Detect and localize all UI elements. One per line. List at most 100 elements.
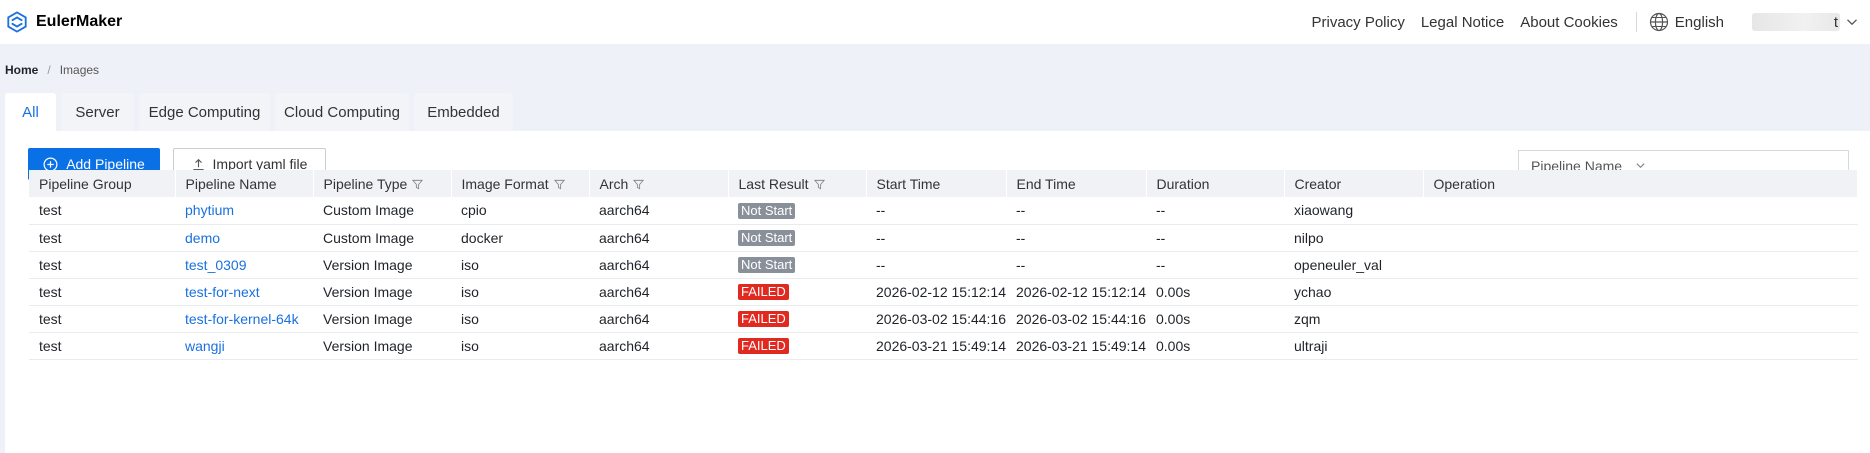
tab-cloud-computing[interactable]: Cloud Computing [275,93,409,131]
cell-start-time: 2026-02-12 15:12:14 [866,278,1006,305]
tab-edge-computing[interactable]: Edge Computing [139,93,270,131]
about-cookies-link[interactable]: About Cookies [1520,14,1618,31]
cell-end-time: 2026-02-12 15:12:14 [1006,278,1146,305]
cell-last-result: Not Start [728,224,866,251]
table-row: test wangji Version Image iso aarch64 FAILED 2… [29,332,1858,359]
cell-pipeline-type-text: Version Image [323,310,413,327]
cell-arch-text: aarch64 [599,202,650,219]
status-badge: FAILED [738,284,789,300]
cell-creator-text: openeuler_val [1294,256,1382,273]
pipeline-panel: Add Pipeline Import yaml file Pipeline N… [5,131,1870,453]
filter-icon[interactable] [633,179,645,190]
cell-start-time-text: -- [876,229,886,246]
cell-pipeline-group: test [29,332,175,359]
table-row: test demo Custom Image docker aarch64 Not Sta… [29,224,1858,251]
cell-pipeline-type-text: Version Image [323,283,413,300]
cell-last-result: FAILED [728,332,866,359]
eulermaker-logo-icon [7,11,27,33]
cell-end-time-text: 2026-03-02 15:44:16 [1016,310,1146,327]
pipeline-name-link[interactable]: wangji [185,338,225,354]
cell-start-time: 2026-03-21 15:49:14 [866,332,1006,359]
cell-creator: xiaowang [1284,197,1423,224]
cell-arch-text: aarch64 [599,310,650,327]
category-tabs: All Server Edge Computing Cloud Computin… [5,93,518,131]
cell-arch: aarch64 [589,278,728,305]
cell-pipeline-type: Version Image [313,251,451,278]
filter-icon[interactable] [813,179,825,190]
cell-arch: aarch64 [589,224,728,251]
tab-all[interactable]: All [5,93,56,131]
cell-start-time-text: 2026-02-12 15:12:14 [876,283,1006,300]
filter-icon[interactable] [412,179,424,190]
breadcrumb-current: Images [59,63,100,77]
app-name: EulerMaker [36,13,123,30]
divider [1635,12,1637,32]
cell-creator: openeuler_val [1284,251,1423,278]
tab-embedded[interactable]: Embedded [414,93,513,131]
cell-duration: 0.00s [1146,305,1284,332]
cell-arch: aarch64 [589,332,728,359]
cell-duration: -- [1146,251,1284,278]
globe-icon [1649,12,1668,32]
tab-server[interactable]: Server [61,93,134,131]
filter-icon[interactable] [553,179,565,190]
cell-start-time: -- [866,224,1006,251]
cell-operation [1423,305,1858,332]
cell-last-result: FAILED [728,278,866,305]
cell-pipeline-type: Version Image [313,278,451,305]
pipeline-name-link[interactable]: test-for-kernel-64k [185,311,299,327]
cell-image-format: iso [451,305,589,332]
cell-arch-text: aarch64 [599,256,650,273]
cell-image-format-text: iso [461,256,479,273]
pipeline-name-link[interactable]: test-for-next [185,284,260,300]
cell-creator-text: xiaowang [1294,202,1354,219]
cell-image-format-text: iso [461,283,479,300]
user-menu[interactable]: t [1752,13,1858,31]
cell-start-time-text: -- [876,202,886,219]
language-switcher[interactable]: English [1649,12,1724,32]
cell-pipeline-group-text: test [39,229,62,246]
cell-pipeline-type: Version Image [313,305,451,332]
cell-image-format: iso [451,251,589,278]
cell-start-time: 2026-03-02 15:44:16 [866,305,1006,332]
cell-creator-text: zqm [1294,310,1321,327]
col-duration: Duration [1146,170,1285,197]
cell-operation [1423,251,1858,278]
breadcrumb-home[interactable]: Home [5,63,38,77]
legal-notice-link[interactable]: Legal Notice [1421,14,1504,31]
cell-duration-text: -- [1156,229,1166,246]
user-name: t [1833,13,1838,31]
table-row: test test-for-next Version Image iso aarch64… [29,278,1858,305]
cell-end-time-text: 2026-03-21 15:49:14 [1016,337,1146,354]
cell-pipeline-group: test [29,197,175,224]
table-row: test test-for-kernel-64k Version Image iso a… [29,305,1858,332]
cell-duration-text: 0.00s [1156,283,1191,300]
cell-start-time: -- [866,251,1006,278]
cell-creator-text: ychao [1294,283,1332,300]
cell-end-time: 2026-03-21 15:49:14 [1006,332,1146,359]
app-logo[interactable]: EulerMaker [6,11,122,33]
status-badge: FAILED [738,311,789,327]
col-operation: Operation [1423,170,1858,197]
cell-end-time: -- [1006,197,1146,224]
cell-pipeline-name: phytium [175,197,313,224]
cell-pipeline-group: test [29,305,175,332]
cell-pipeline-type: Version Image [313,332,451,359]
cell-image-format: iso [451,278,589,305]
pipeline-name-link[interactable]: test_0309 [185,257,247,273]
cell-pipeline-group-text: test [39,256,62,273]
cell-end-time-text: 2026-02-12 15:12:14 [1016,283,1146,300]
cell-pipeline-name: test-for-kernel-64k [175,305,313,332]
table-row: test phytium Custom Image cpio aarch64 Not St… [29,197,1858,224]
pipeline-name-link[interactable]: phytium [185,202,234,218]
status-badge: FAILED [738,338,789,354]
privacy-policy-link[interactable]: Privacy Policy [1311,14,1404,31]
pipeline-table: Pipeline Group Pipeline Name Pipeline Ty… [29,170,1858,360]
col-pipeline-name: Pipeline Name [175,170,314,197]
cell-duration: 0.00s [1146,332,1284,359]
cell-duration-text: -- [1156,202,1166,219]
cell-pipeline-group: test [29,224,175,251]
pipeline-name-link[interactable]: demo [185,230,220,246]
cell-image-format-text: docker [461,229,504,246]
cell-pipeline-type: Custom Image [313,224,451,251]
